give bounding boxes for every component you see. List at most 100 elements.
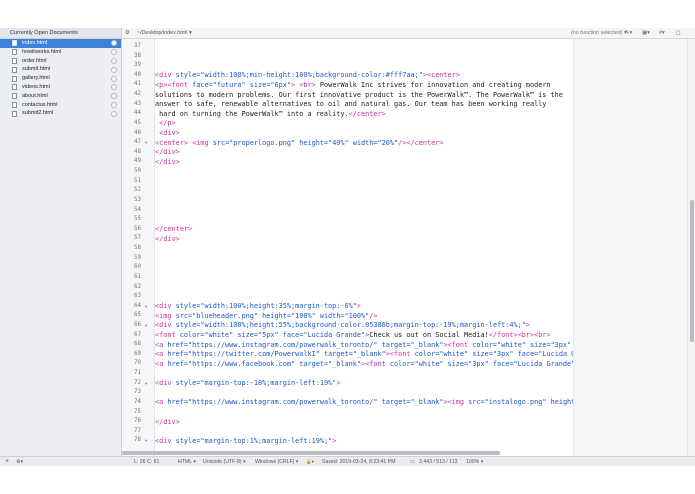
page-icon[interactable]: ◻	[676, 28, 680, 39]
line-number: 62	[134, 283, 141, 290]
code-token: hard on turning the PowerWalk™ into a re…	[155, 109, 349, 118]
fold-toggle-icon[interactable]: ▾	[145, 438, 147, 444]
code-token: >	[336, 379, 341, 388]
close-document-icon[interactable]	[111, 49, 117, 56]
line-number: 65	[134, 312, 141, 319]
close-document-icon[interactable]	[111, 101, 117, 108]
cursor-position[interactable]: L: 26 C: 61	[134, 457, 159, 467]
code-line[interactable]: <a href="https://www.facebook.com" targe…	[155, 360, 573, 368]
code-token: >	[525, 321, 530, 330]
fold-toggle-icon[interactable]: ▾	[145, 381, 147, 387]
code-line[interactable]: answer to safe, renewable alternatives t…	[155, 100, 546, 108]
code-line[interactable]: </div>	[155, 418, 180, 426]
document-item[interactable]: videos.html	[0, 83, 121, 92]
grid-icon[interactable]: ▦▾	[642, 28, 650, 39]
code-line[interactable]: solutions to modern problems. Our first …	[155, 91, 563, 99]
line-number: 42	[134, 91, 141, 98]
document-name: submit.html	[22, 66, 51, 73]
function-popup[interactable]: (no function selected) ▾	[571, 28, 627, 39]
code-line[interactable]: <div style="width:100%;min-height:100%;b…	[155, 71, 460, 79]
add-document-button[interactable]: +	[5, 457, 9, 467]
zoom-popup[interactable]: 100% ▾	[466, 457, 483, 467]
file-icon	[12, 40, 17, 47]
file-path-popup[interactable]: ~/Desktop/index.html ▾	[137, 28, 192, 39]
code-token: answer to safe, renewable alternatives t…	[155, 100, 547, 109]
code-line[interactable]: hard on turning the PowerWalk™ into a re…	[155, 110, 386, 118]
code-token: face="futura" size="6px"	[192, 80, 291, 89]
document-name: order.html	[22, 57, 47, 64]
language-popup[interactable]: HTML ▾	[178, 457, 196, 467]
document-item[interactable]: submit.html	[0, 65, 121, 74]
code-line[interactable]: <a href="https://www.instagram.com/power…	[155, 341, 573, 349]
code-token: style="width:100%;height:55%;background-…	[175, 321, 526, 330]
fold-toggle-icon[interactable]: ▾	[145, 323, 147, 329]
line-number: 75	[134, 408, 141, 415]
code-line[interactable]: </div>	[155, 148, 180, 156]
document-name: about.html	[22, 92, 48, 99]
document-name: contactus.html	[22, 101, 58, 108]
code-line[interactable]: <div style="width:100%;height:55%;backgr…	[155, 321, 530, 329]
code-token: src="blueheader.png" height="100%" width…	[175, 311, 370, 320]
gear-icon[interactable]: ⚙▾	[16, 457, 23, 467]
close-document-icon[interactable]	[111, 84, 117, 91]
code-token: <img	[192, 138, 213, 147]
code-line[interactable]: <img src="blueheader.png" height="100%" …	[155, 312, 378, 320]
code-line[interactable]: </center>	[155, 225, 192, 233]
code-token: </div>	[155, 157, 180, 166]
document-icon[interactable]: ▭	[410, 457, 415, 467]
code-token: </div>	[155, 148, 180, 157]
document-item[interactable]: order.html	[0, 57, 121, 66]
code-line[interactable]: <font color="white" size="5px" face="Luc…	[155, 331, 551, 339]
close-document-icon[interactable]	[111, 66, 117, 73]
vertical-scrollbar[interactable]	[687, 39, 695, 456]
code-line[interactable]: <a href="https://twitter.com/PowerwalkI"…	[155, 350, 573, 358]
code-token: <div	[155, 436, 176, 445]
fold-toggle-icon[interactable]: ▾	[145, 304, 147, 310]
code-token: solutions to modern problems. Our first …	[155, 90, 563, 99]
code-token: ><font	[361, 359, 390, 368]
code-token: color="white" size="3px" face="Lucida Gr…	[389, 359, 573, 368]
line-number: 55	[134, 216, 141, 223]
pencil-icon[interactable]: ✎▾	[625, 28, 632, 39]
hash-icon[interactable]: #▾	[659, 28, 665, 39]
code-token: </center>	[155, 225, 193, 234]
code-line[interactable]: </div>	[155, 235, 180, 243]
line-number: 47	[134, 139, 141, 146]
code-editor[interactable]: <div style="width:100%;min-height:100%;b…	[155, 39, 573, 456]
code-line[interactable]: </div>	[155, 158, 180, 166]
close-document-icon[interactable]	[111, 75, 117, 82]
code-line[interactable]: <a href="https://www.instagram.com/power…	[155, 398, 573, 406]
close-document-icon[interactable]	[111, 93, 117, 100]
document-item[interactable]: submit2.html	[0, 109, 121, 118]
line-number: 58	[134, 245, 141, 252]
document-name: submit2.html	[22, 110, 54, 117]
line-number-gutter[interactable]: 37 38 39 40 41 42 43 44 45 46 47 ▾ 48 49 50 51 52 53 54 55 5…	[122, 39, 155, 456]
document-item[interactable]: about.html	[0, 92, 121, 101]
horizontal-scroll-thumb[interactable]	[122, 451, 500, 455]
close-document-icon[interactable]	[111, 57, 117, 64]
vertical-scroll-thumb[interactable]	[689, 200, 694, 342]
code-line[interactable]: <div>	[155, 129, 180, 137]
document-item[interactable]: howitworks.html	[0, 48, 121, 57]
code-line[interactable]: <center> <img src="properlogo.png" heigh…	[155, 139, 443, 147]
gear-icon[interactable]: ⚙	[125, 28, 130, 39]
line-endings-popup[interactable]: Windows (CRLF) ▾	[255, 457, 299, 467]
close-document-icon[interactable]	[111, 40, 117, 47]
lock-icon[interactable]: 🔒▾	[306, 457, 314, 467]
close-document-icon[interactable]	[111, 110, 117, 117]
code-line[interactable]: <div style="margin-top:1%;margin-left:19…	[155, 437, 336, 445]
code-line[interactable]: </p>	[155, 119, 176, 127]
fold-toggle-icon[interactable]: ▾	[145, 140, 147, 146]
document-item[interactable]: gallery.html	[0, 74, 121, 83]
code-token: style="margin-top:1%;margin-left:19%;"	[175, 436, 333, 445]
code-line[interactable]: <div style="width:100%;height:35%;margin…	[155, 302, 361, 310]
line-number: 69	[134, 350, 141, 357]
code-line[interactable]: <div style="margin-top:-18%;margin-left:…	[155, 379, 340, 387]
document-item[interactable]: contactus.html	[0, 101, 121, 110]
code-line[interactable]: <p><font face="futura" size="6px"> <br> …	[155, 81, 551, 89]
document-item[interactable]: index.html	[0, 39, 121, 48]
line-number: 76	[134, 418, 141, 425]
editor-navigation-bar: ⚙ ~/Desktop/index.html ▾ (no function se…	[122, 28, 695, 39]
encoding-popup[interactable]: Unicode (UTF-8) ▾	[203, 457, 246, 467]
file-icon	[12, 93, 17, 100]
